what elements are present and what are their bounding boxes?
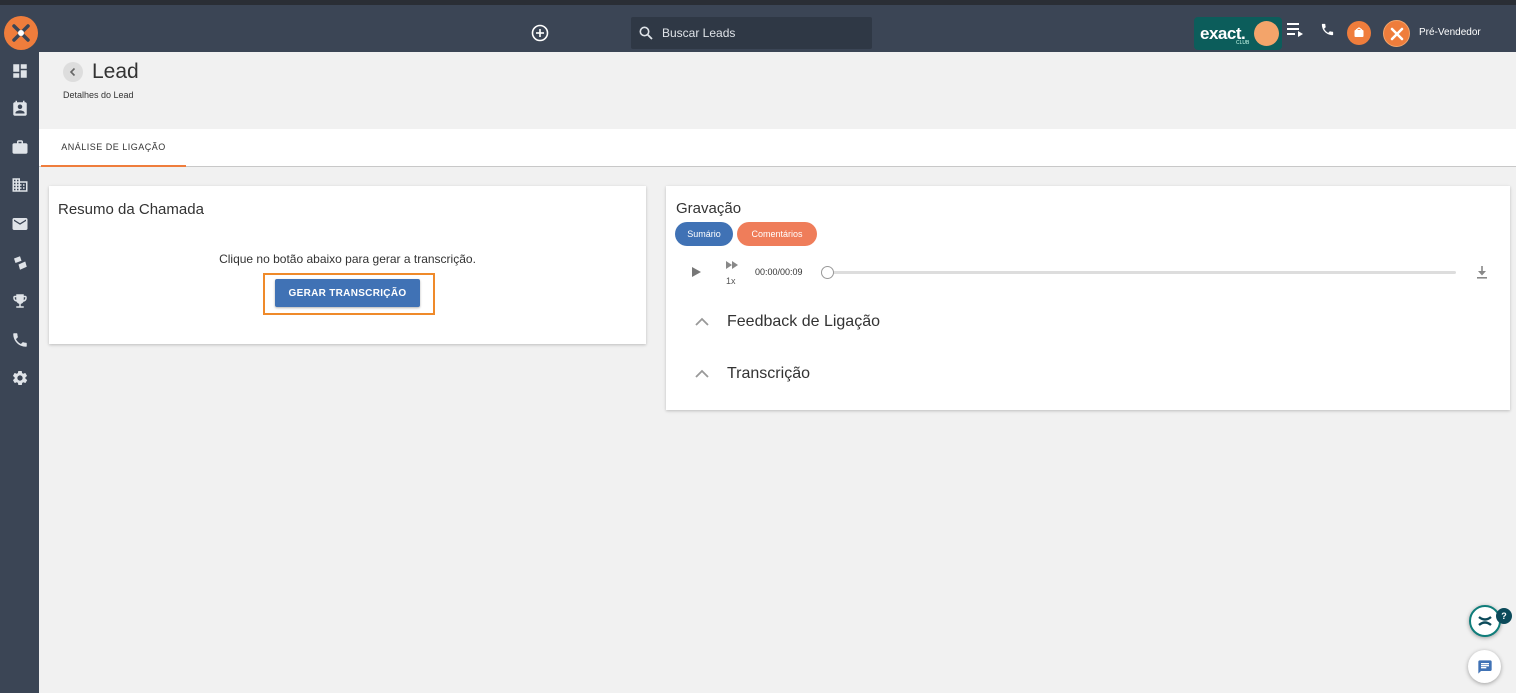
exact-club-text: CLUB — [1236, 40, 1250, 46]
sidebar — [0, 52, 39, 693]
mail-icon[interactable] — [11, 215, 29, 233]
summary-chip[interactable]: Sumário — [675, 222, 733, 246]
fast-forward-icon[interactable] — [725, 260, 739, 270]
playback-time: 00:00/00:09 — [755, 267, 803, 277]
inbox-icon — [1354, 27, 1364, 37]
search-input[interactable] — [662, 26, 852, 40]
playlist-icon[interactable] — [1286, 20, 1304, 38]
top-bar: exact. CLUB Pré-Vendedor — [0, 5, 1516, 52]
dashboard-icon[interactable] — [11, 62, 29, 80]
chevron-up-icon — [695, 317, 709, 326]
search-icon — [639, 26, 653, 40]
help-logo-icon — [1478, 616, 1492, 626]
transcription-hint: Clique no botão abaixo para gerar a tran… — [219, 252, 476, 266]
generate-transcription-button[interactable]: GERAR TRANSCRIÇÃO — [275, 279, 420, 307]
user-avatar[interactable] — [1383, 20, 1410, 47]
search-bar[interactable] — [631, 17, 872, 49]
page-subtitle: Detalhes do Lead — [63, 90, 134, 100]
add-circle-icon[interactable] — [531, 24, 549, 42]
settings-icon[interactable] — [11, 369, 29, 387]
chevron-up-icon — [695, 369, 709, 378]
recording-card: Gravação Sumário Comentários 1x 00:00/00… — [666, 186, 1510, 410]
tab-call-analysis[interactable]: ANÁLISE DE LIGAÇÃO — [41, 129, 186, 167]
phone-nav-icon[interactable] — [11, 331, 29, 349]
contacts-icon[interactable] — [11, 100, 29, 118]
call-summary-card: Resumo da Chamada Clique no botão abaixo… — [49, 186, 646, 344]
feedback-section-label: Feedback de Ligação — [727, 313, 880, 330]
logo-mark-icon — [12, 24, 30, 42]
help-widget-button[interactable] — [1469, 605, 1501, 637]
chevron-left-icon — [69, 67, 76, 77]
page-title: Lead — [92, 60, 139, 83]
download-icon[interactable] — [1475, 265, 1489, 279]
trophy-icon[interactable] — [11, 292, 29, 310]
feedback-section-header[interactable]: Feedback de Ligação — [694, 310, 880, 334]
call-summary-title: Resumo da Chamada — [58, 201, 204, 218]
briefcase-icon[interactable] — [11, 138, 29, 156]
progress-thumb[interactable] — [821, 266, 834, 279]
tab-bar: ANÁLISE DE LIGAÇÃO — [39, 129, 1516, 167]
phone-icon[interactable] — [1320, 22, 1335, 37]
chat-icon — [1477, 659, 1492, 674]
exact-play-icon — [1254, 21, 1279, 46]
building-icon[interactable] — [11, 176, 29, 194]
help-badge: ? — [1496, 608, 1512, 624]
tags-icon[interactable] — [11, 254, 29, 272]
exact-club-badge[interactable]: exact. CLUB — [1194, 17, 1282, 50]
avatar-logo-icon — [1390, 27, 1403, 40]
progress-track[interactable] — [826, 271, 1456, 274]
transcription-section-label: Transcrição — [727, 365, 810, 382]
user-name[interactable]: Pré-Vendedor — [1419, 27, 1481, 38]
comments-chip[interactable]: Comentários — [737, 222, 817, 246]
back-button[interactable] — [63, 62, 83, 82]
recording-title: Gravação — [676, 200, 742, 217]
exact-logo[interactable] — [4, 16, 38, 50]
transcription-section-header[interactable]: Transcrição — [694, 362, 810, 386]
play-icon[interactable] — [690, 266, 702, 278]
playback-speed[interactable]: 1x — [726, 276, 736, 286]
notifications-button[interactable] — [1347, 21, 1371, 45]
chat-button[interactable] — [1468, 650, 1501, 683]
